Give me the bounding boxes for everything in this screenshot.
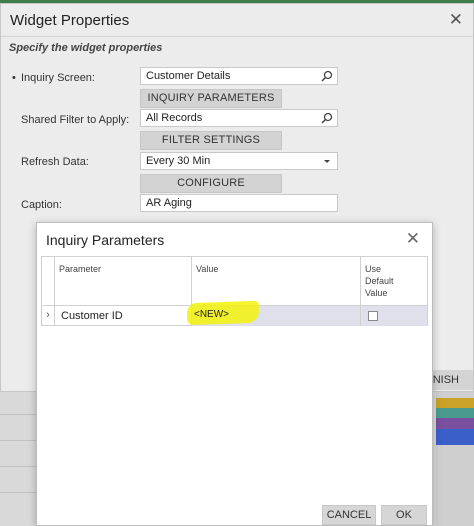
chart-bar xyxy=(436,408,474,418)
dialog-title: Widget Properties xyxy=(10,12,130,29)
caption-label: Caption: xyxy=(21,199,62,211)
chart-bar xyxy=(436,429,474,445)
chart-bar xyxy=(436,418,474,429)
cancel-button[interactable]: CANCEL xyxy=(322,505,376,525)
shared-filter-label: Shared Filter to Apply: xyxy=(21,114,130,126)
inquiry-screen-value: Customer Details xyxy=(146,70,231,82)
inquiry-parameters-dialog: Inquiry Parameters ✕ Parameter Value Use… xyxy=(36,222,433,526)
caption-input[interactable]: AR Aging xyxy=(140,194,338,212)
dialog-title: Inquiry Parameters xyxy=(46,232,165,248)
chevron-down-icon xyxy=(324,160,330,163)
gridline xyxy=(0,414,40,415)
refresh-data-label: Refresh Data: xyxy=(21,156,89,168)
parameter-cell[interactable]: Customer ID xyxy=(54,306,191,326)
column-header-line: Use xyxy=(365,264,382,274)
configure-button[interactable]: CONFIGURE xyxy=(140,174,282,193)
shared-filter-field[interactable]: All Records xyxy=(140,109,338,127)
filter-settings-button[interactable]: FILTER SETTINGS xyxy=(140,131,282,150)
gridline xyxy=(0,440,40,441)
inquiry-screen-field[interactable]: Customer Details xyxy=(140,67,338,85)
close-icon[interactable]: ✕ xyxy=(449,10,463,30)
inquiry-screen-label: Inquiry Screen: xyxy=(21,72,95,84)
row-indicator-icon: › xyxy=(46,309,50,321)
ok-button[interactable]: OK xyxy=(381,505,427,525)
column-header-parameter[interactable]: Parameter xyxy=(54,257,191,305)
required-marker: • xyxy=(12,72,16,84)
close-icon[interactable]: ✕ xyxy=(406,229,420,249)
chart-bar xyxy=(436,398,474,408)
column-header-line: Default xyxy=(365,276,394,286)
refresh-data-value: Every 30 Min xyxy=(146,155,211,167)
search-icon[interactable] xyxy=(321,112,333,124)
gridline xyxy=(0,466,40,467)
divider xyxy=(1,36,473,37)
column-header-line: Value xyxy=(365,288,388,298)
use-default-checkbox[interactable] xyxy=(368,311,378,321)
gridline xyxy=(0,492,40,493)
value-cell-text: <NEW> xyxy=(194,309,230,320)
dialog-subtitle: Specify the widget properties xyxy=(9,42,163,54)
search-icon[interactable] xyxy=(321,70,333,82)
use-default-cell xyxy=(360,306,427,326)
column-header-value[interactable]: Value xyxy=(191,257,360,305)
shared-filter-value: All Records xyxy=(146,112,203,124)
inquiry-parameters-button[interactable]: INQUIRY PARAMETERS xyxy=(140,89,282,108)
caption-value: AR Aging xyxy=(146,197,192,209)
refresh-data-select[interactable]: Every 30 Min xyxy=(140,152,338,170)
column-header-use-default[interactable]: Use Default Value xyxy=(360,257,427,305)
